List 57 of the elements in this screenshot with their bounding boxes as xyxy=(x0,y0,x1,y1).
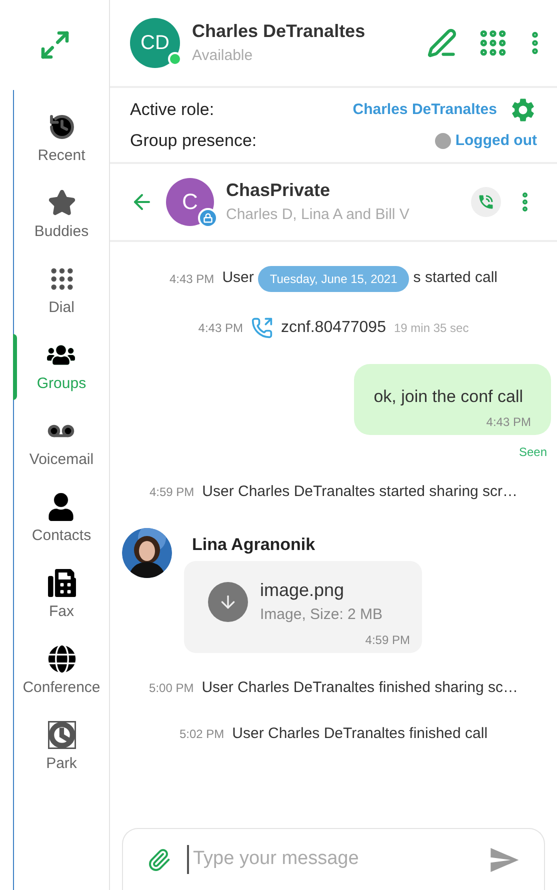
call-duration: 19 min 35 sec xyxy=(394,320,469,336)
sender-name: Lina Agranonik xyxy=(191,534,316,556)
nav-item[interactable]: Recent xyxy=(38,112,86,168)
seen-status: Seen xyxy=(518,444,548,461)
outgoing-call-icon xyxy=(251,316,273,338)
nav-item[interactable]: Buddies xyxy=(34,188,89,244)
phone-icon xyxy=(477,192,495,210)
settings-icon[interactable] xyxy=(509,96,537,124)
message-input[interactable]: Type your message xyxy=(187,845,472,874)
expand-icon[interactable] xyxy=(38,29,70,61)
conversation-members: Charles D, Lina A and Bill V xyxy=(226,204,410,225)
group-presence-label: Group presence: xyxy=(130,130,257,152)
active-role-label: Active role: xyxy=(130,99,214,122)
timestamp: 5:02 PM xyxy=(179,726,224,744)
nav-item[interactable]: Groups xyxy=(36,340,86,396)
timestamp: 4:59 PM xyxy=(365,632,410,648)
file-name: image.png xyxy=(260,579,346,602)
history-icon xyxy=(48,112,76,141)
nav-item[interactable]: Voicemail xyxy=(29,416,94,472)
nav-item[interactable]: Conference xyxy=(22,644,100,700)
event-text: User Charles DeTranaltes finished call xyxy=(232,724,488,744)
timestamp: 4:59 PM xyxy=(149,484,194,502)
event-text: s started call xyxy=(413,268,498,288)
file-attachment[interactable]: image.png Image, Size: 2 MB 4:59 PM xyxy=(184,561,422,652)
message-text: ok, join the conf call xyxy=(374,386,524,408)
user-name: Charles DeTranaltes xyxy=(192,20,366,44)
selection-bar xyxy=(13,334,17,400)
timestamp: 4:43 PM xyxy=(486,414,531,431)
group-presence-link[interactable]: Logged out xyxy=(455,130,537,152)
date-badge: Tuesday, June 15, 2021 xyxy=(258,266,410,292)
nav-item[interactable]: Park xyxy=(46,720,77,776)
nav-item[interactable]: Contacts xyxy=(32,492,92,548)
nav-item[interactable]: Fax xyxy=(48,568,76,624)
call-button[interactable] xyxy=(471,186,501,216)
event-text: User Charles DeTranaltes started sharing scr… xyxy=(202,482,518,502)
clock-icon xyxy=(48,720,76,749)
active-role-link[interactable]: Charles DeTranaltes xyxy=(352,98,497,122)
person-icon xyxy=(47,492,76,521)
star-icon xyxy=(48,188,76,217)
user-avatar: CD xyxy=(130,18,180,68)
conversation-name: ChasPrivate xyxy=(226,178,332,202)
timestamp: 5:00 PM xyxy=(149,680,194,697)
paperclip-icon[interactable] xyxy=(147,848,171,872)
nav-item[interactable]: Dial xyxy=(48,264,76,320)
timestamp: 4:43 PM xyxy=(169,270,214,288)
download-button[interactable] xyxy=(208,582,248,622)
edit-icon[interactable] xyxy=(427,28,457,58)
file-details: Image, Size: 2 MB xyxy=(260,605,383,625)
event-text: User Charles DeTranaltes finished sharing sc… xyxy=(202,678,518,698)
user-status: Available xyxy=(192,46,254,66)
group-avatar: C xyxy=(166,178,214,226)
message-composer[interactable]: Type your message xyxy=(122,828,545,890)
globe-icon xyxy=(48,644,76,673)
call-number: zcnf.80477095 xyxy=(281,318,386,338)
event-text: User xyxy=(222,268,254,288)
fax-icon xyxy=(48,568,76,597)
timestamp: 4:43 PM xyxy=(198,320,243,336)
